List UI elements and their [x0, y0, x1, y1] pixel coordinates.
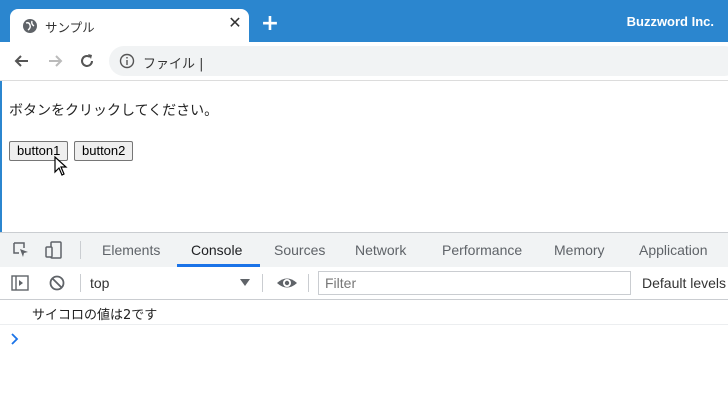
device-toolbar-icon[interactable] [45, 241, 63, 259]
mouse-cursor-icon [54, 156, 68, 176]
toolbar-divider [80, 241, 81, 259]
log-message: サイコロの値は2です [32, 308, 158, 323]
console-prompt-icon[interactable] [10, 333, 20, 345]
globe-icon [23, 19, 37, 33]
eye-icon[interactable] [276, 274, 298, 292]
tab-network[interactable]: Network [355, 242, 406, 258]
devtools-panel: Elements Console Sources Network Perform… [0, 232, 728, 401]
inspect-element-icon[interactable] [12, 241, 30, 259]
close-icon[interactable]: ✕ [226, 14, 244, 32]
show-sidebar-icon[interactable] [11, 274, 29, 292]
console-log-entry: サイコロの値は2です [0, 300, 728, 325]
log-levels-dropdown[interactable]: Default levels [642, 275, 726, 291]
address-bar[interactable]: ファイル | [109, 46, 728, 76]
info-icon[interactable] [119, 53, 135, 69]
forward-icon[interactable] [45, 51, 65, 71]
button2[interactable]: button2 [74, 141, 134, 161]
title-bar: サンプル ✕ + Buzzword Inc. [0, 0, 728, 42]
instruction-text: ボタンをクリックしてください。 [9, 103, 219, 119]
tab-performance[interactable]: Performance [442, 242, 522, 258]
tab-memory[interactable]: Memory [554, 242, 605, 258]
filter-placeholder: Filter [325, 275, 357, 291]
tab-elements[interactable]: Elements [102, 242, 160, 258]
new-tab-icon[interactable]: + [260, 13, 280, 35]
browser-tab[interactable]: サンプル ✕ [10, 9, 249, 42]
filter-input[interactable]: Filter [318, 271, 631, 295]
address-text: ファイル | [143, 57, 204, 72]
back-icon[interactable] [12, 51, 32, 71]
toolbar-divider [308, 274, 309, 292]
toolbar-divider [262, 274, 263, 292]
reload-icon[interactable] [77, 51, 97, 71]
browser-toolbar: ファイル | [0, 42, 728, 81]
context-selector[interactable]: top [90, 275, 109, 291]
devtools-tab-bar: Elements Console Sources Network Perform… [0, 233, 728, 268]
tab-sources[interactable]: Sources [274, 242, 325, 258]
console-toolbar: top Filter Default levels [0, 267, 728, 300]
tab-application[interactable]: Application [639, 242, 708, 258]
tab-console[interactable]: Console [191, 242, 242, 258]
clear-console-icon[interactable] [48, 274, 66, 292]
chevron-down-icon[interactable] [240, 279, 250, 287]
toolbar-divider [80, 274, 81, 292]
brand-label: Buzzword Inc. [626, 14, 714, 29]
tab-title: サンプル [45, 20, 95, 35]
